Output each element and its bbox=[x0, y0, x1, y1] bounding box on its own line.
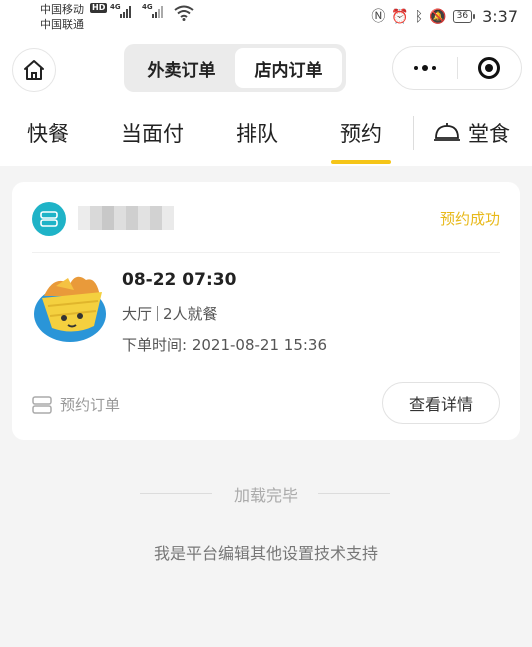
home-icon bbox=[24, 60, 44, 80]
mute-bell-icon: 🔕 bbox=[429, 8, 447, 25]
loaded-all-text: 加载完毕 bbox=[233, 486, 298, 505]
tab-queue[interactable]: 排队 bbox=[236, 118, 278, 148]
order-type-label: 预约订单 bbox=[60, 396, 121, 414]
nfc-icon: Ⓝ bbox=[371, 8, 386, 25]
food-basket-icon bbox=[34, 276, 106, 342]
cloche-icon bbox=[434, 123, 460, 141]
hall-label: 大厅 bbox=[122, 305, 153, 323]
seating-info: 大厅 2人就餐 bbox=[122, 303, 218, 324]
order-type-row: 预约订单 bbox=[32, 394, 120, 415]
shop-name-redacted bbox=[78, 206, 174, 230]
active-tab-indicator bbox=[331, 160, 391, 164]
bluetooth-icon: ᛒ bbox=[414, 8, 424, 25]
carrier-2: 中国联通 bbox=[40, 18, 84, 31]
segment-delivery-orders[interactable]: 外卖订单 bbox=[128, 48, 235, 88]
order-time-row: 下单时间: 2021-08-21 15:36 bbox=[122, 334, 327, 355]
alarm-icon: ⏰ bbox=[391, 8, 409, 25]
miniprogram-close-icon[interactable] bbox=[458, 57, 522, 79]
tab-fast-food[interactable]: 快餐 bbox=[27, 118, 69, 148]
signal-icon-2 bbox=[152, 6, 163, 18]
carrier-1: 中国移动 bbox=[40, 3, 84, 16]
order-time-value: 2021-08-21 15:36 bbox=[191, 336, 328, 354]
party-size: 2人就餐 bbox=[163, 305, 218, 323]
shop-logo-icon bbox=[40, 211, 58, 227]
tab-face-pay[interactable]: 当面付 bbox=[121, 118, 184, 148]
loaded-line-right bbox=[318, 493, 390, 494]
hd-badge: HD bbox=[90, 3, 108, 13]
nav-header: 外卖订单 店内订单 bbox=[0, 34, 532, 102]
battery-icon: 36 bbox=[452, 10, 476, 23]
tab-dine-in[interactable]: 堂食 bbox=[468, 118, 510, 148]
category-tabs: 快餐 当面付 排队 预约 堂食 bbox=[0, 102, 532, 166]
shop-logo bbox=[32, 202, 66, 236]
tab-reservation[interactable]: 预约 bbox=[340, 118, 382, 148]
clock: 3:37 bbox=[482, 7, 518, 26]
home-button[interactable] bbox=[12, 48, 56, 92]
reservation-status: 预约成功 bbox=[439, 210, 500, 228]
tab-divider bbox=[413, 116, 414, 150]
card-divider bbox=[32, 252, 500, 253]
tech-support-text: 我是平台编辑其他设置技术支持 bbox=[153, 544, 378, 563]
segment-instore-orders[interactable]: 店内订单 bbox=[235, 48, 342, 88]
view-details-button[interactable]: 查看详情 bbox=[382, 382, 500, 424]
miniprogram-capsule bbox=[392, 46, 522, 90]
order-type-icon bbox=[32, 395, 52, 414]
more-dots-icon[interactable] bbox=[393, 65, 457, 71]
signal-icon-1 bbox=[120, 6, 131, 18]
reservation-datetime: 08-22 07:30 bbox=[122, 270, 237, 290]
status-icons: Ⓝ ⏰ ᛒ 🔕 36 3:37 bbox=[371, 7, 518, 26]
seating-separator bbox=[157, 306, 159, 321]
status-bar: 中国移动 中国联通 HD 4G 4G Ⓝ ⏰ ᛒ 🔕 36 3:37 bbox=[0, 0, 532, 34]
wifi-icon bbox=[174, 5, 194, 21]
order-time-label: 下单时间: bbox=[122, 336, 188, 354]
order-card[interactable]: 预约成功 08-22 07:30 大厅 2人就餐 下单时间: 2021-08-21… bbox=[12, 182, 520, 440]
order-type-switch: 外卖订单 店内订单 bbox=[124, 44, 346, 92]
